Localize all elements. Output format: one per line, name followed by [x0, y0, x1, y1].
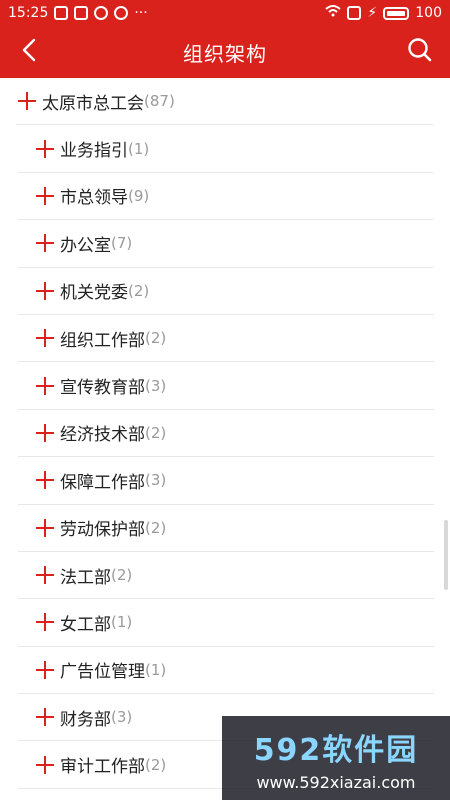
tree-child-item[interactable]: 业务指引 (1) [18, 125, 434, 173]
tree-item-label: 保障工作部 [60, 472, 145, 493]
tree-child-item[interactable]: 广告位管理 (1) [18, 647, 434, 695]
expand-plus-icon[interactable] [36, 518, 54, 537]
tree-child-item[interactable]: 市总领导 (9) [18, 173, 434, 221]
chevron-left-icon [20, 38, 40, 66]
expand-plus-icon[interactable] [36, 708, 54, 727]
tree-item-label: 组织工作部 [60, 330, 145, 351]
tree-item-count: (7) [111, 234, 133, 253]
tree-item-count: (87) [144, 92, 175, 111]
tree-item-count: (2) [128, 281, 150, 300]
tree-child-item[interactable]: 女工部 (1) [18, 599, 434, 647]
charging-icon: ⚡ [367, 5, 378, 21]
battery-level: 100 [415, 5, 442, 21]
tree-item-count: (2) [111, 566, 133, 585]
tree-item-count: (2) [145, 423, 167, 442]
search-button[interactable] [404, 36, 436, 68]
more-notifications: ··· [134, 5, 148, 21]
tree-item-count: (1) [128, 139, 150, 158]
tree-item-label: 财务部 [60, 709, 111, 730]
tree-child-item[interactable]: 经济技术部 (2) [18, 410, 434, 458]
expand-plus-icon[interactable] [36, 186, 54, 205]
tree-child-item[interactable]: 保障工作部 (3) [18, 457, 434, 505]
tree-item-label: 法工部 [60, 567, 111, 588]
expand-plus-icon[interactable] [36, 423, 54, 442]
status-bar: 15:25 ··· ⚡ 100 [0, 0, 450, 26]
page-title: 组织架构 [183, 41, 267, 66]
tree-item-label: 广告位管理 [60, 662, 145, 683]
tree-root-item[interactable]: 太原市总工会 (87) [16, 78, 434, 126]
tree-child-item[interactable]: 劳动保护部 (2) [18, 505, 434, 552]
tree-item-count: (3) [145, 376, 167, 395]
status-left: 15:25 ··· [8, 5, 148, 21]
tree-item-count: (9) [128, 186, 150, 205]
expand-plus-icon[interactable] [36, 613, 54, 632]
tree-item-label: 办公室 [60, 235, 111, 256]
expand-plus-icon[interactable] [36, 281, 54, 300]
search-icon [407, 37, 433, 67]
expand-plus-icon[interactable] [36, 755, 54, 774]
mail-icon [74, 6, 89, 20]
expand-plus-icon[interactable] [36, 376, 54, 395]
tree-item-count: (1) [145, 660, 167, 679]
org-tree: 太原市总工会 (87) 业务指引 (1) 市总领导 (9) 办公室 (7) 机关… [0, 78, 450, 789]
tree-item-label: 宣传教育部 [60, 378, 145, 399]
app-bar: 组织架构 [0, 26, 450, 78]
scrollbar-thumb[interactable] [444, 520, 448, 590]
expand-plus-icon[interactable] [18, 92, 36, 111]
tree-item-label: 经济技术部 [60, 425, 145, 446]
status-time: 15:25 [8, 5, 49, 21]
expand-plus-icon[interactable] [36, 234, 54, 253]
battery-icon [383, 6, 410, 20]
check-circle-icon [114, 6, 129, 20]
tree-item-label: 劳动保护部 [60, 520, 145, 541]
tree-child-item[interactable]: 宣传教育部 (3) [18, 362, 434, 410]
expand-plus-icon[interactable] [36, 329, 54, 348]
tree-item-label: 审计工作部 [60, 757, 145, 778]
tree-item-label: 太原市总工会 [42, 93, 144, 114]
back-button[interactable] [14, 36, 46, 68]
tree-item-count: (2) [145, 518, 167, 537]
screen-icon [347, 6, 362, 20]
notification-icon [54, 6, 69, 20]
wifi-icon [325, 5, 342, 21]
tree-item-label: 业务指引 [60, 141, 128, 162]
tree-child-item[interactable]: 组织工作部 (2) [18, 315, 434, 363]
tree-child-item[interactable]: 法工部 (2) [18, 552, 434, 600]
tree-item-label: 市总领导 [60, 188, 128, 209]
watermark-url: www.592xiazai.com [256, 772, 416, 792]
expand-plus-icon[interactable] [36, 660, 54, 679]
tree-item-count: (3) [111, 708, 133, 727]
expand-plus-icon[interactable] [36, 471, 54, 490]
watermark-title: 592软件园 [253, 732, 419, 768]
watermark: 592软件园 www.592xiazai.com [222, 716, 450, 800]
tree-item-label: 女工部 [60, 614, 111, 635]
check-circle-icon [94, 6, 109, 20]
expand-plus-icon[interactable] [36, 566, 54, 585]
tree-item-count: (3) [145, 471, 167, 490]
tree-item-label: 机关党委 [60, 283, 128, 304]
tree-child-item[interactable]: 办公室 (7) [18, 220, 434, 268]
tree-item-count: (1) [111, 613, 133, 632]
status-right: ⚡ 100 [325, 5, 442, 21]
tree-item-count: (2) [145, 755, 167, 774]
tree-item-count: (2) [145, 329, 167, 348]
expand-plus-icon[interactable] [36, 139, 54, 158]
tree-child-item[interactable]: 机关党委 (2) [18, 268, 434, 315]
